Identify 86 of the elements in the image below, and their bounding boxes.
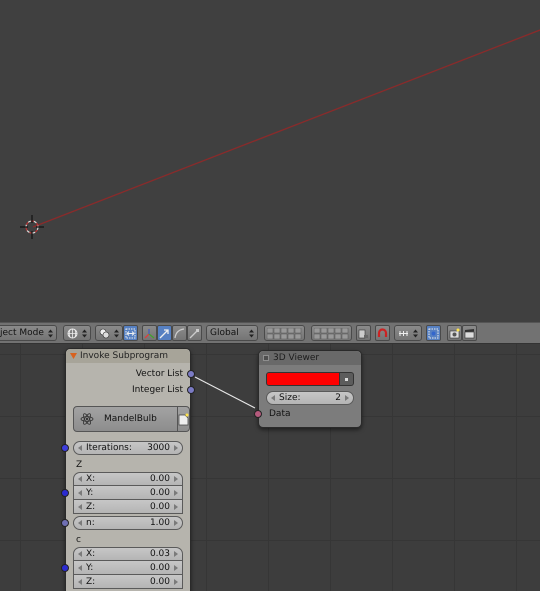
section-label: Z xyxy=(75,458,84,472)
increment-arrow-icon[interactable] xyxy=(174,504,178,510)
snap-target-icon xyxy=(428,328,439,338)
curve-button[interactable] xyxy=(172,325,187,341)
decrement-arrow-icon[interactable] xyxy=(78,520,82,526)
orientation-dropdown[interactable]: Global xyxy=(206,325,258,341)
output-label: Integer List xyxy=(132,385,183,395)
input-socket[interactable] xyxy=(61,564,69,572)
decrement-arrow-icon[interactable] xyxy=(78,564,82,570)
input-label: Data xyxy=(269,409,290,419)
program-button[interactable]: MandelBulb xyxy=(73,406,178,432)
number-field[interactable]: X: 0.03 xyxy=(73,547,183,561)
render-camera-button[interactable] xyxy=(447,325,462,341)
decrement-arrow-icon[interactable] xyxy=(271,395,275,401)
magnet-button[interactable] xyxy=(375,325,390,341)
number-field[interactable]: Iterations: 3000 xyxy=(73,441,183,455)
layer-lock-button[interactable] xyxy=(356,325,371,341)
increment-arrow-icon[interactable] xyxy=(174,490,178,496)
color-swatch[interactable] xyxy=(266,372,340,386)
scale-button[interactable] xyxy=(187,325,202,341)
clapper-button[interactable] xyxy=(462,325,477,341)
up-down-arrows-icon xyxy=(413,328,418,338)
globe-icon xyxy=(67,328,78,338)
magnet-icon xyxy=(377,328,388,338)
pivot-dropdown[interactable] xyxy=(95,325,123,341)
manipulator-toggle-icon xyxy=(125,328,136,338)
up-down-arrows-icon xyxy=(249,328,254,338)
number-field[interactable]: Y: 0.00 xyxy=(73,561,183,575)
curve-icon xyxy=(174,328,185,338)
up-down-arrows-icon xyxy=(48,328,53,338)
up-down-arrows-icon xyxy=(82,328,87,338)
collapse-square-icon[interactable] xyxy=(263,355,270,361)
increment-arrow-icon[interactable] xyxy=(174,551,178,557)
decrement-arrow-icon[interactable] xyxy=(78,504,82,510)
increment-arrow-icon[interactable] xyxy=(174,578,178,584)
number-field[interactable]: Y: 0.00 xyxy=(73,486,183,500)
output-label: Vector List xyxy=(136,369,183,379)
swatch-menu-button[interactable] xyxy=(340,372,354,386)
new-file-button[interactable] xyxy=(178,406,190,432)
number-field[interactable]: Z: 0.00 xyxy=(73,575,183,589)
arrow-icon xyxy=(159,328,170,338)
new-file-icon xyxy=(178,412,189,426)
increment-arrow-icon[interactable] xyxy=(174,476,178,482)
layers-grid[interactable] xyxy=(264,325,305,341)
layer-lock-icon xyxy=(358,328,369,338)
decrement-arrow-icon[interactable] xyxy=(78,445,82,451)
input-socket[interactable] xyxy=(254,410,262,418)
decrement-arrow-icon[interactable] xyxy=(78,490,82,496)
viewport-shading-dropdown[interactable] xyxy=(63,325,91,341)
increment-arrow-icon[interactable] xyxy=(174,564,178,570)
increment-arrow-icon[interactable] xyxy=(174,520,178,526)
input-socket[interactable] xyxy=(61,519,69,527)
mode-dropdown[interactable]: ject Mode xyxy=(0,325,57,341)
snap-element-dropdown[interactable] xyxy=(394,325,422,341)
arrow-button[interactable] xyxy=(157,325,172,341)
node-title: Invoke Subprogram xyxy=(80,351,168,361)
layer-grid-icon xyxy=(314,328,349,338)
axes-icon xyxy=(144,328,155,338)
number-field[interactable]: Size: 2 xyxy=(266,391,354,405)
render-camera-icon xyxy=(449,328,460,338)
up-down-arrows-icon xyxy=(114,328,119,338)
node-title: 3D Viewer xyxy=(273,353,320,363)
increment-arrow-icon[interactable] xyxy=(345,395,349,401)
decrement-arrow-icon[interactable] xyxy=(78,551,82,557)
input-socket[interactable] xyxy=(61,489,69,497)
3d-cursor-icon xyxy=(19,214,45,240)
input-socket[interactable] xyxy=(61,444,69,452)
scale-icon xyxy=(189,328,200,338)
node-header[interactable]: Invoke Subprogram xyxy=(66,349,190,363)
output-socket[interactable] xyxy=(187,386,195,394)
layer-grid-icon xyxy=(267,328,302,338)
decrement-arrow-icon[interactable] xyxy=(78,476,82,482)
layers-grid[interactable] xyxy=(311,325,352,341)
node-link xyxy=(194,376,256,408)
number-field[interactable]: X: 0.00 xyxy=(73,472,183,486)
number-field[interactable]: Z: 0.00 xyxy=(73,500,183,514)
output-socket[interactable] xyxy=(187,370,195,378)
clapper-icon xyxy=(464,328,475,338)
section-label: c xyxy=(75,534,82,546)
decrement-arrow-icon[interactable] xyxy=(78,578,82,584)
circles-icon xyxy=(99,328,110,338)
number-field[interactable]: n: 1.00 xyxy=(73,516,183,530)
manipulator-toggle-button[interactable] xyxy=(123,325,138,341)
snap-target-button[interactable] xyxy=(426,325,441,341)
atom-icon xyxy=(80,412,94,426)
increment-arrow-icon[interactable] xyxy=(174,445,178,451)
